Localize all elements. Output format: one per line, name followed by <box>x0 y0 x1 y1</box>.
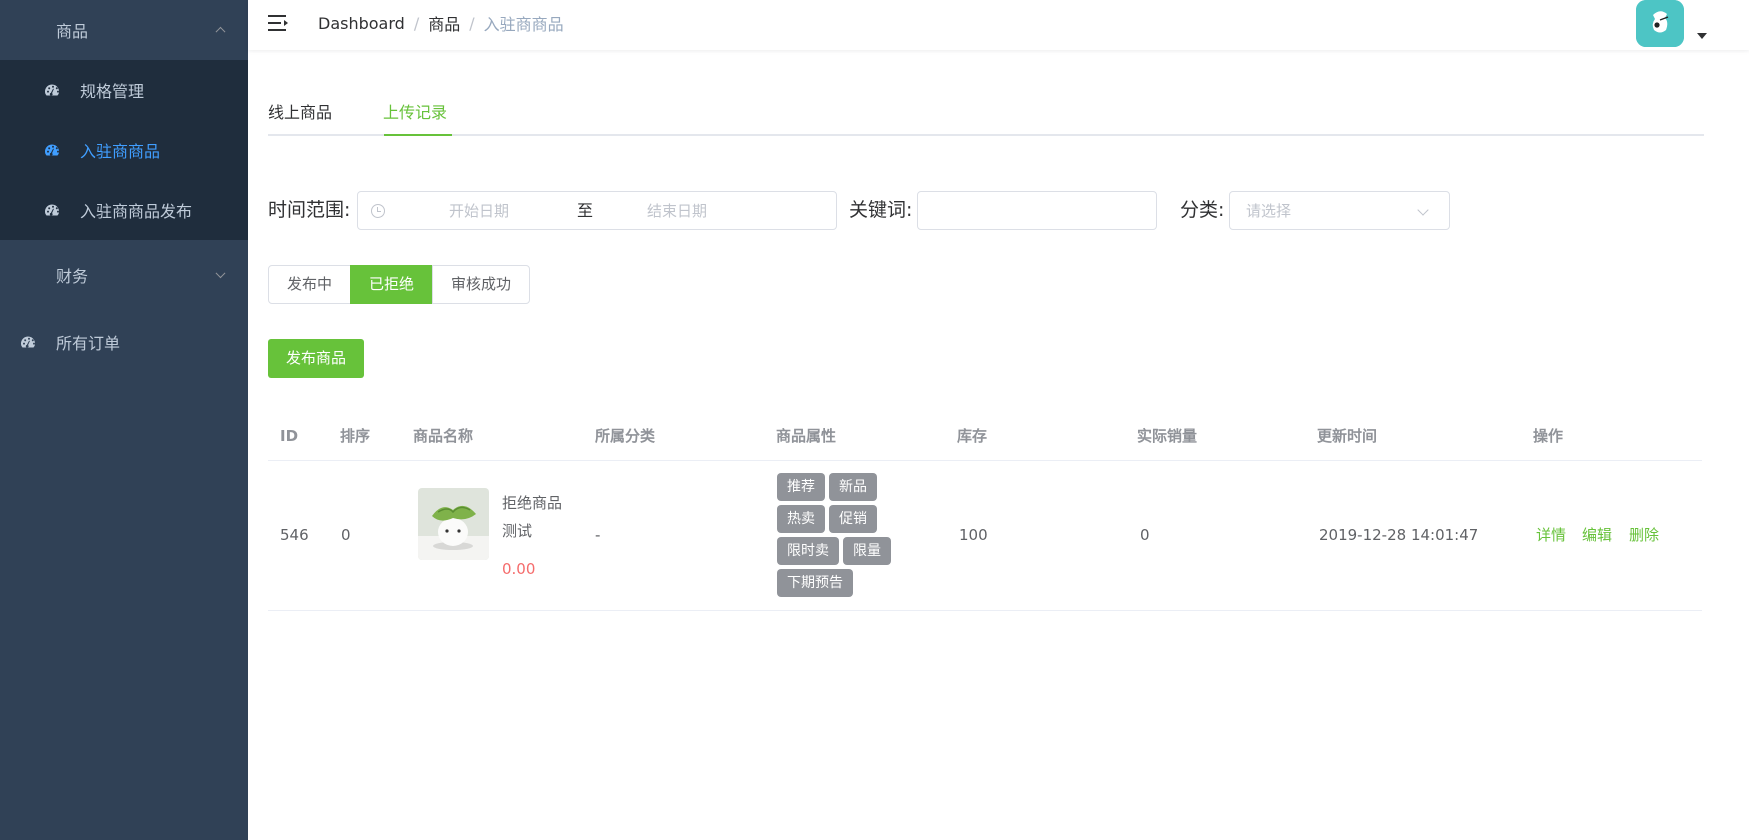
keyword-label: 关键词: <box>849 199 913 221</box>
product-name-line1: 拒绝商品 <box>502 494 563 512</box>
sidebar-item-all-orders[interactable]: 所有订单 <box>0 312 248 372</box>
product-attribute-tags: 推荐 新品 热卖 促销 限时卖 限量 下期预告 <box>777 473 907 601</box>
category-select-input[interactable] <box>1230 192 1410 229</box>
product-thumbnail <box>418 488 489 560</box>
tab-online-goods[interactable]: 线上商品 <box>268 90 332 136</box>
goods-table: ID 排序 商品名称 所属分类 商品属性 库存 实际销量 更新时间 操作 546… <box>268 412 1702 611</box>
date-range-picker[interactable]: 至 <box>357 191 837 230</box>
dashboard-icon <box>44 142 60 158</box>
product-name-line2: 测试 <box>502 522 533 540</box>
clock-icon <box>371 204 385 218</box>
chevron-up-icon <box>215 26 226 37</box>
sidebar-item-merchant-goods-publish[interactable]: 入驻商商品发布 <box>0 180 248 240</box>
breadcrumb-goods[interactable]: 商品 <box>428 11 460 35</box>
sidebar-item-label: 入驻商商品 <box>80 142 161 161</box>
dashboard-icon <box>44 82 60 98</box>
th-attributes: 商品属性 <box>776 427 837 445</box>
product-price: 0.00 <box>502 560 536 578</box>
sidebar-item-label: 规格管理 <box>80 82 145 101</box>
sidebar-item-merchant-goods[interactable]: 入驻商商品 <box>0 120 248 180</box>
end-date-input[interactable] <box>596 192 758 229</box>
detail-link[interactable]: 详情 <box>1536 461 1566 610</box>
cell-sales: 0 <box>1140 526 1150 544</box>
status-rejected-button[interactable]: 已拒绝 <box>350 265 434 304</box>
category-label: 分类: <box>1180 199 1225 221</box>
sidebar-item-label: 所有订单 <box>56 334 121 353</box>
breadcrumb: Dashboard / 商品 / 入驻商商品 <box>318 0 564 46</box>
tag-hot: 热卖 <box>777 505 825 533</box>
navbar: Dashboard / 商品 / 入驻商商品 <box>248 0 1749 50</box>
cell-id: 546 <box>280 526 309 544</box>
breadcrumb-separator: / <box>413 13 420 33</box>
time-range-label: 时间范围: <box>268 199 351 221</box>
cell-sort: 0 <box>341 526 351 544</box>
th-id: ID <box>280 427 299 445</box>
sidebar-item-label: 入驻商商品发布 <box>80 202 193 221</box>
tabs: 线上商品 上传记录 <box>268 90 1704 136</box>
status-publishing-button[interactable]: 发布中 <box>268 265 352 304</box>
tab-upload-records[interactable]: 上传记录 <box>383 90 447 136</box>
tag-limited-quantity: 限量 <box>843 537 891 565</box>
keyword-input[interactable] <box>917 191 1157 230</box>
cell-updated: 2019-12-28 14:01:47 <box>1319 526 1479 544</box>
tag-limited-time: 限时卖 <box>777 537 839 565</box>
th-actions: 操作 <box>1533 427 1564 445</box>
th-updated: 更新时间 <box>1317 427 1378 445</box>
tag-recommend: 推荐 <box>777 473 825 501</box>
caret-down-icon[interactable] <box>1697 33 1707 39</box>
publish-goods-button[interactable]: 发布商品 <box>268 339 364 378</box>
delete-link[interactable]: 删除 <box>1629 461 1659 610</box>
chevron-down-icon <box>215 268 226 279</box>
dashboard-icon <box>20 334 36 350</box>
th-category: 所属分类 <box>595 427 656 445</box>
submenu-goods-label: 商品 <box>56 22 89 41</box>
product-name: 拒绝商品 测试 <box>502 489 582 545</box>
status-approved-button[interactable]: 审核成功 <box>432 265 531 304</box>
th-stock: 库存 <box>957 427 988 445</box>
breadcrumb-separator: / <box>469 13 475 33</box>
category-select[interactable] <box>1229 191 1450 230</box>
chevron-down-icon <box>1417 204 1429 216</box>
submenu-finance-label: 财务 <box>56 267 89 286</box>
cell-stock: 100 <box>959 526 988 544</box>
hamburger-menu-icon[interactable] <box>268 13 290 33</box>
th-name: 商品名称 <box>413 427 474 445</box>
tag-promotion: 促销 <box>829 505 877 533</box>
submenu-finance[interactable]: 财务 <box>0 245 248 305</box>
avatar[interactable] <box>1636 0 1684 47</box>
start-date-input[interactable] <box>398 192 560 229</box>
range-separator: 至 <box>577 201 594 220</box>
tag-next-preview: 下期预告 <box>777 569 853 597</box>
dashboard-icon <box>44 202 60 218</box>
breadcrumb-dashboard[interactable]: Dashboard <box>318 14 405 33</box>
submenu-goods[interactable]: 商品 <box>0 0 248 60</box>
edit-link[interactable]: 编辑 <box>1582 461 1612 610</box>
th-sort: 排序 <box>340 427 371 445</box>
sidebar-item-spec-management[interactable]: 规格管理 <box>0 60 248 120</box>
sidebar: 商品 规格管理 入驻商商品 入驻商商品发布 财务 所有订单 <box>0 0 248 840</box>
status-button-group: 发布中 已拒绝 审核成功 <box>268 265 531 304</box>
cell-category: - <box>595 526 601 544</box>
th-sales: 实际销量 <box>1137 427 1198 445</box>
table-header: ID 排序 商品名称 所属分类 商品属性 库存 实际销量 更新时间 操作 <box>268 412 1702 461</box>
tag-new: 新品 <box>829 473 877 501</box>
tab-active-bar <box>384 134 452 136</box>
table-row: 546 0 拒绝商品 测试 0.00 - 推荐 新品 热卖 促销 限时卖 限量 … <box>268 461 1702 611</box>
breadcrumb-current: 入驻商商品 <box>483 15 564 34</box>
